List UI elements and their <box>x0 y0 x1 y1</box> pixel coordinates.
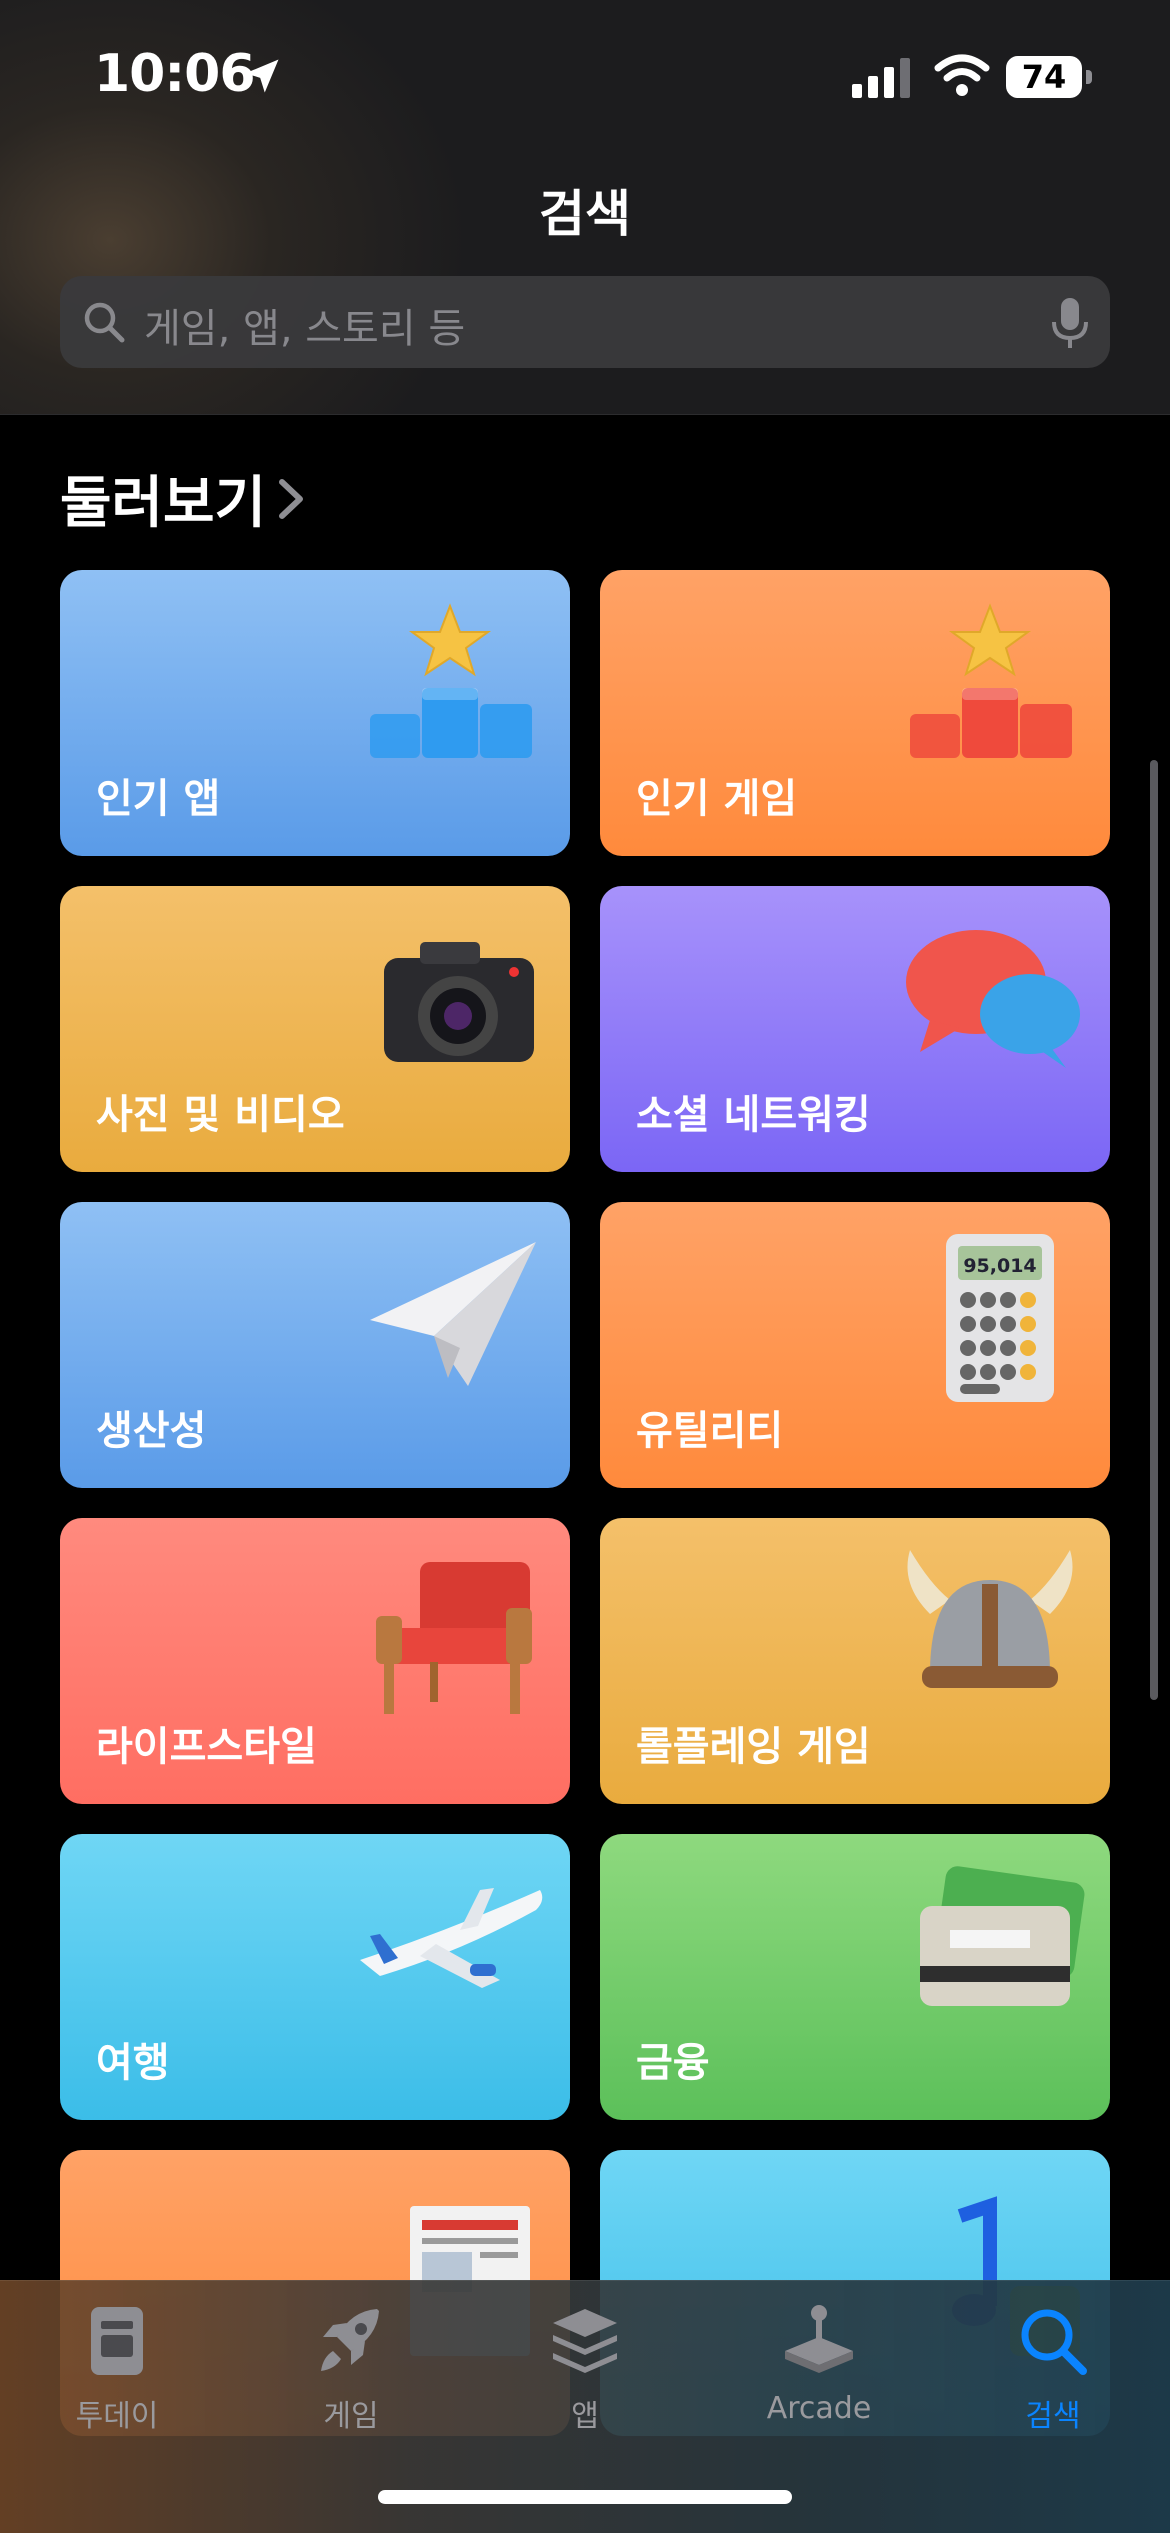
tab-label-search: 검색 <box>1025 2399 1081 2434</box>
category-card[interactable]: 금융 <box>600 1834 1110 2120</box>
search-icon <box>84 302 125 343</box>
browse-section-title[interactable]: 둘러보기 <box>60 458 266 539</box>
category-card[interactable]: 95,014 유틸리티 <box>600 1202 1110 1488</box>
category-card[interactable]: 인기 앱 <box>60 570 570 856</box>
category-card[interactable]: 라이프스타일 <box>60 1518 570 1804</box>
battery-indicator: 74 <box>1006 56 1094 100</box>
tab-apps[interactable]: 앱 <box>468 2301 702 2461</box>
tab-label-apps: 앱 <box>571 2399 599 2434</box>
joystick-icon <box>785 2305 853 2373</box>
category-card[interactable]: 인기 게임 <box>600 570 1110 856</box>
battery-cap <box>1086 70 1092 84</box>
cellular-signal-icon <box>852 58 910 98</box>
calculator-icon: 95,014 <box>890 1228 1090 1408</box>
stack-icon <box>553 2309 617 2373</box>
svg-text:95,014: 95,014 <box>963 1255 1036 1277</box>
search-input[interactable]: 게임, 앱, 스토리 등 <box>60 276 1110 368</box>
tab-label-games: 게임 <box>323 2399 379 2434</box>
microphone-icon[interactable] <box>1050 296 1090 350</box>
category-card-label: 사진 및 비디오 <box>96 1092 345 1138</box>
category-card-label: 롤플레잉 게임 <box>636 1724 871 1770</box>
status-time: 10:06 <box>94 44 256 104</box>
podium-star-icon <box>350 596 550 776</box>
category-card-label: 인기 게임 <box>636 776 798 822</box>
armchair-icon <box>350 1544 550 1724</box>
battery-level: 74 <box>1006 56 1082 98</box>
status-bar: 10:06 74 <box>0 0 1170 150</box>
tab-arcade[interactable]: Arcade <box>702 2301 936 2461</box>
rocket-icon <box>321 2309 379 2371</box>
today-icon <box>91 2307 143 2375</box>
location-arrow-icon <box>245 59 279 93</box>
category-card[interactable]: 여행 <box>60 1834 570 2120</box>
category-card-label: 생산성 <box>96 1408 207 1454</box>
category-card-label: 인기 앱 <box>96 776 221 822</box>
search-placeholder: 게임, 앱, 스토리 등 <box>144 306 466 352</box>
category-card-label: 소셜 네트워킹 <box>636 1092 871 1138</box>
category-card-label: 라이프스타일 <box>96 1724 317 1770</box>
tab-search[interactable]: 검색 <box>936 2301 1170 2461</box>
tab-games[interactable]: 게임 <box>234 2301 468 2461</box>
header: 10:06 74 검색 게임, 앱, 스토리 등 <box>0 0 1170 415</box>
category-card[interactable]: 소셜 네트워킹 <box>600 886 1110 1172</box>
airplane-icon <box>350 1860 550 2040</box>
chevron-right-icon[interactable] <box>274 474 308 524</box>
credit-card-icon <box>890 1860 1090 2040</box>
category-card-label: 여행 <box>96 2040 170 2086</box>
page-title: 검색 <box>539 185 631 243</box>
category-card[interactable]: 롤플레잉 게임 <box>600 1518 1110 1804</box>
wifi-icon <box>934 54 990 96</box>
viking-helmet-icon <box>890 1544 1090 1724</box>
tab-label-today: 투데이 <box>75 2399 159 2434</box>
category-card-label: 금융 <box>636 2040 710 2086</box>
camera-icon <box>350 912 550 1092</box>
paper-plane-icon <box>350 1228 550 1408</box>
home-indicator <box>378 2490 792 2504</box>
tab-label-arcade: Arcade <box>766 2391 872 2426</box>
scrollbar[interactable] <box>1150 760 1158 1700</box>
speech-bubbles-icon <box>890 912 1090 1092</box>
podium-star-icon <box>890 596 1090 776</box>
category-card[interactable]: 사진 및 비디오 <box>60 886 570 1172</box>
category-card-label: 유틸리티 <box>636 1408 784 1454</box>
tab-today[interactable]: 투데이 <box>0 2301 234 2461</box>
search-icon <box>1021 2309 1087 2375</box>
category-card[interactable]: 생산성 <box>60 1202 570 1488</box>
